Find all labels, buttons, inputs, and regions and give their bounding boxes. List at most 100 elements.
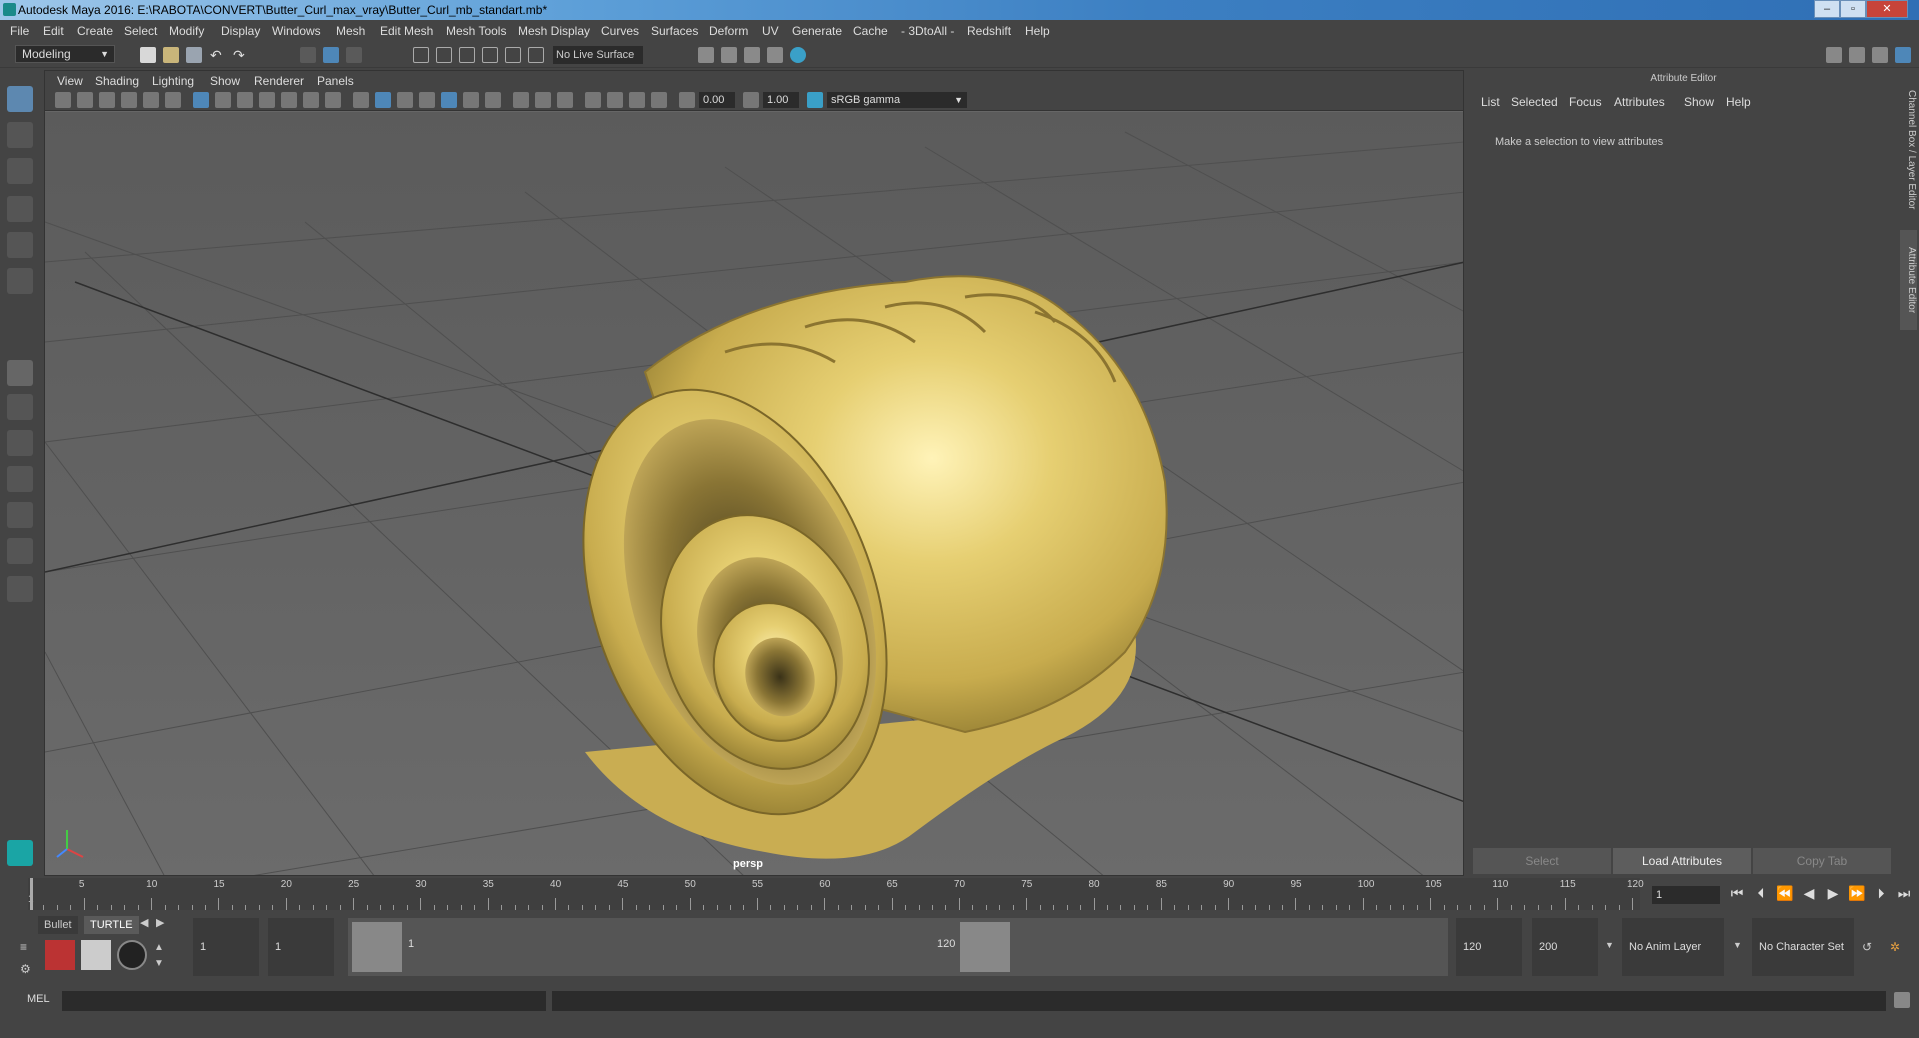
new-scene-icon[interactable] — [140, 47, 156, 63]
exposure-field[interactable]: 0.00 — [699, 92, 735, 108]
paint-select-tool-icon[interactable] — [7, 158, 33, 184]
ipr-render-icon[interactable] — [744, 47, 760, 63]
turtle-bake-icon[interactable] — [81, 940, 111, 970]
field-chart-icon[interactable] — [281, 92, 297, 108]
range-end-handle[interactable] — [960, 922, 1010, 972]
vp-menu-renderer[interactable]: Renderer — [254, 74, 304, 88]
rotate-tool-icon[interactable] — [7, 232, 33, 258]
gate-mask-icon[interactable] — [259, 92, 275, 108]
safe-title-icon[interactable] — [325, 92, 341, 108]
vp-menu-panels[interactable]: Panels — [317, 74, 354, 88]
menu-edit[interactable]: Edit — [43, 24, 64, 38]
uv-layout-icon[interactable] — [7, 538, 33, 564]
ae-menu-show[interactable]: Show — [1684, 95, 1714, 109]
resolution-gate-icon[interactable] — [237, 92, 253, 108]
animation-start-field[interactable]: 1 — [193, 918, 259, 976]
go-to-end-icon[interactable]: ⏭ — [1895, 884, 1913, 902]
select-tool-icon[interactable] — [7, 86, 33, 112]
menu-mesh[interactable]: Mesh — [336, 24, 365, 38]
save-scene-icon[interactable] — [186, 47, 202, 63]
ae-menu-help[interactable]: Help — [1726, 95, 1751, 109]
minimize-button[interactable]: – — [1814, 0, 1840, 18]
command-language-label[interactable]: MEL — [27, 993, 50, 1005]
close-button[interactable]: ✕ — [1866, 0, 1908, 18]
persp-outliner-layout-icon[interactable] — [7, 430, 33, 456]
menu-modify[interactable]: Modify — [169, 24, 204, 38]
command-input[interactable] — [62, 991, 546, 1011]
range-start-handle[interactable] — [352, 922, 402, 972]
turtle-render-icon[interactable] — [45, 940, 75, 970]
ae-menu-focus[interactable]: Focus — [1569, 95, 1602, 109]
play-forwards-icon[interactable]: ▶ — [1824, 884, 1842, 902]
menu-redshift[interactable]: Redshift — [967, 24, 1011, 38]
four-view-layout-icon[interactable] — [7, 394, 33, 420]
playback-start-field[interactable]: 1 — [268, 918, 334, 976]
grease-pencil-icon[interactable] — [165, 92, 181, 108]
menu-deform[interactable]: Deform — [709, 24, 748, 38]
vp-menu-lighting[interactable]: Lighting — [152, 74, 194, 88]
shelf-scroll-down-icon[interactable]: ▼ — [154, 958, 170, 974]
menu-select[interactable]: Select — [124, 24, 157, 38]
timeline-ticks[interactable]: 1510152025303540455055606570758085909510… — [28, 878, 1644, 910]
xray-icon[interactable] — [607, 92, 623, 108]
snap-together-icon[interactable] — [528, 47, 544, 63]
copy-tab-button[interactable]: Copy Tab — [1753, 848, 1891, 874]
anti-aliasing-icon[interactable] — [535, 92, 551, 108]
animation-end-field[interactable]: 200 — [1532, 918, 1598, 976]
camera-select-icon[interactable] — [55, 92, 71, 108]
playback-end-field[interactable]: 120 — [1456, 918, 1522, 976]
ae-select-button[interactable]: Select — [1473, 848, 1611, 874]
isolate-select-icon[interactable] — [585, 92, 601, 108]
tool-settings-icon[interactable] — [1872, 47, 1888, 63]
character-set-dropdown[interactable]: No Character Set — [1752, 918, 1854, 976]
shelf-tab-bullet[interactable]: Bullet — [38, 916, 78, 934]
snap-live-icon[interactable] — [505, 47, 521, 63]
menu-generate[interactable]: Generate — [792, 24, 842, 38]
gamma-icon[interactable] — [743, 92, 759, 108]
xray-components-icon[interactable] — [651, 92, 667, 108]
wireframe-on-shaded-icon[interactable] — [397, 92, 413, 108]
shelf-next-icon[interactable]: ▶ — [156, 916, 172, 932]
step-back-key-icon[interactable]: ⏪ — [1776, 884, 1794, 902]
menu-3dtoall[interactable]: - 3DtoAll - — [901, 24, 954, 38]
hypershade-layout-icon[interactable] — [7, 502, 33, 528]
depth-of-field-icon[interactable] — [557, 92, 573, 108]
time-slider[interactable]: 1510152025303540455055606570758085909510… — [0, 878, 1919, 910]
redo-icon[interactable]: ↷ — [233, 47, 249, 63]
shelf-tab-turtle[interactable]: TURTLE — [84, 916, 139, 934]
current-time-indicator[interactable] — [30, 878, 33, 910]
attribute-editor-toggle-icon[interactable] — [1849, 47, 1865, 63]
live-surface-field[interactable]: No Live Surface — [553, 46, 643, 64]
menu-file[interactable]: File — [10, 24, 29, 38]
vp-menu-show[interactable]: Show — [210, 74, 240, 88]
render-settings-icon[interactable] — [767, 47, 783, 63]
attribute-editor-tab[interactable]: Attribute Editor — [1900, 230, 1917, 330]
auto-key-icon[interactable]: ↺ — [1862, 940, 1878, 956]
film-gate-icon[interactable] — [215, 92, 231, 108]
snap-view-plane-icon[interactable] — [482, 47, 498, 63]
view-transform-dropdown[interactable]: sRGB gamma ▼ — [827, 92, 967, 108]
perspective-viewport[interactable]: View Shading Lighting Show Renderer Pane… — [44, 70, 1464, 876]
select-object-icon[interactable] — [323, 47, 339, 63]
image-plane-icon[interactable] — [121, 92, 137, 108]
menu-mesh-tools[interactable]: Mesh Tools — [446, 24, 506, 38]
vp-menu-view[interactable]: View — [57, 74, 83, 88]
ambient-occlusion-icon[interactable] — [485, 92, 501, 108]
shelf-settings-icon[interactable]: ⚙ — [20, 962, 36, 978]
mode-dropdown[interactable]: Modeling ▼ — [15, 45, 115, 63]
menu-mesh-display[interactable]: Mesh Display — [518, 24, 590, 38]
current-frame-field[interactable]: 1 — [1652, 886, 1720, 904]
snap-point-icon[interactable] — [459, 47, 475, 63]
grid-toggle-icon[interactable] — [193, 92, 209, 108]
shelf-scroll-up-icon[interactable]: ▲ — [154, 942, 170, 958]
select-hierarchy-icon[interactable] — [300, 47, 316, 63]
menu-uv[interactable]: UV — [762, 24, 779, 38]
load-attributes-button[interactable]: Load Attributes — [1613, 848, 1751, 874]
persp-graph-layout-icon[interactable] — [7, 466, 33, 492]
menu-display[interactable]: Display — [221, 24, 260, 38]
step-forward-key-icon[interactable]: ⏩ — [1848, 884, 1866, 902]
modeling-toolkit-icon[interactable] — [1826, 47, 1842, 63]
hypershade-icon[interactable] — [790, 47, 806, 63]
snap-grid-icon[interactable] — [413, 47, 429, 63]
shelf-prev-icon[interactable]: ◀ — [140, 916, 156, 932]
